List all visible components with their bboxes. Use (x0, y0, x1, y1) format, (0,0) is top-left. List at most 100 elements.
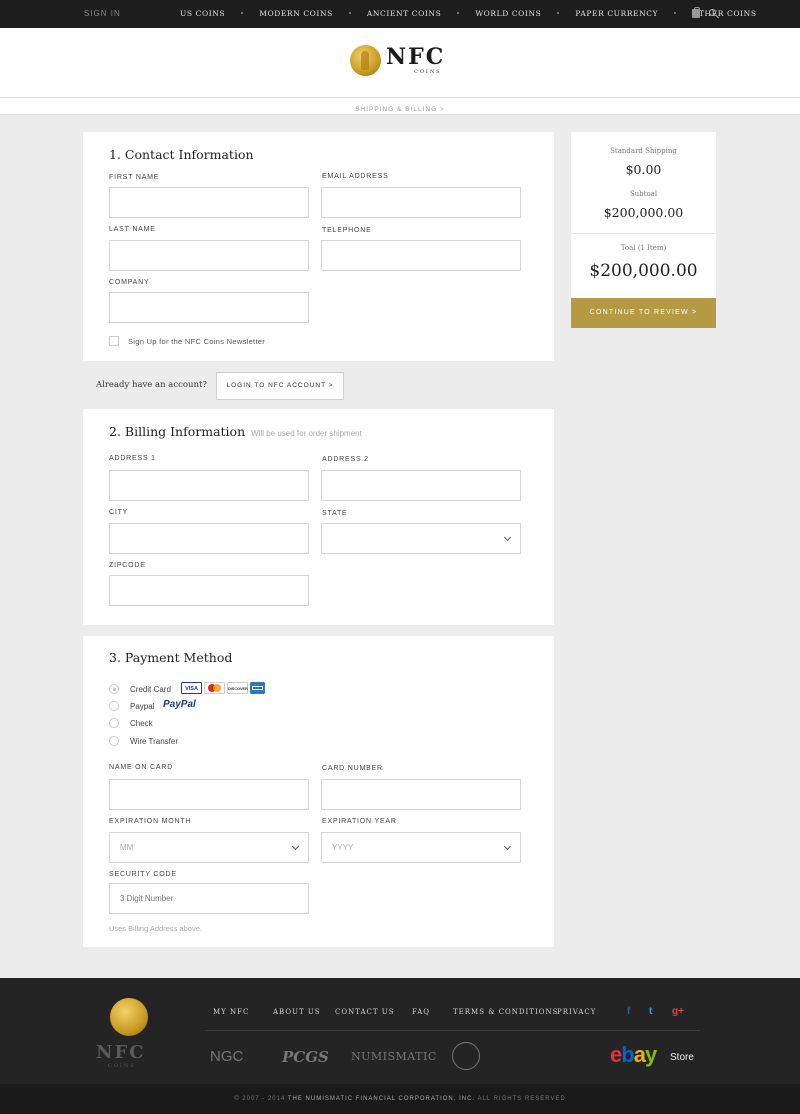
state-select[interactable] (321, 523, 521, 554)
first-name-field[interactable] (109, 187, 309, 218)
paypal-label: Paypal (130, 702, 155, 711)
footer-link-my-nfc[interactable]: MY NFC (213, 1008, 249, 1016)
footer-link-about-us[interactable]: ABOUT US (273, 1008, 321, 1016)
nav-world-coins[interactable]: WORLD COINS (475, 9, 541, 18)
telephone-label: TELEPHONE (322, 227, 372, 234)
footer-subtitle: COINS (108, 1063, 136, 1069)
total-value: $200,000.00 (589, 261, 698, 281)
ebay-store-label[interactable]: Store (670, 1052, 694, 1063)
payment-method-card: 3. Payment Method Credit Card VISA DISCO… (83, 636, 554, 947)
mastercard-icon (204, 682, 225, 694)
email-label: EMAIL ADDRESS (322, 173, 389, 180)
breadcrumb-bar: SHIPPING & BILLING > (0, 98, 800, 115)
logo-wordmark: NFC (386, 44, 446, 70)
subtotal-value: $200,000.00 (603, 205, 684, 220)
total-label: Toal (1 Item) (620, 244, 667, 252)
check-label: Check (130, 719, 153, 728)
coin-logo-icon (350, 45, 381, 76)
first-name-label: FIRST NAME (109, 174, 160, 181)
contact-information-card: 1. Contact Information FIRST NAME EMAIL … (83, 132, 554, 361)
google-plus-icon[interactable]: g+ (672, 1006, 684, 1017)
copyright-company: THE NUMISMATIC FINANCIAL CORPORATION, IN… (287, 1096, 476, 1102)
check-radio[interactable] (109, 718, 119, 728)
contact-title: 1. Contact Information (109, 147, 254, 162)
footer-link-contact-us[interactable]: CONTACT US (335, 1008, 395, 1016)
card-number-label: CARD NUMBER (322, 765, 383, 772)
billing-title-text: 2. Billing Information (109, 424, 246, 439)
breadcrumb[interactable]: SHIPPING & BILLING > (355, 106, 445, 113)
last-name-field[interactable] (109, 240, 309, 271)
pcgs-logo: PCGS (282, 1048, 329, 1066)
card-number-field[interactable] (321, 779, 521, 810)
shopping-bag-icon[interactable] (692, 7, 700, 18)
city-label: CITY (109, 509, 129, 516)
facebook-icon[interactable]: f (627, 1006, 630, 1017)
association-seal-icon (452, 1042, 480, 1070)
company-label: COMPANY (109, 279, 150, 286)
visa-icon: VISA (181, 682, 202, 694)
billing-title: 2. Billing Information Will be used for o… (109, 424, 362, 439)
nav-paper-currency[interactable]: PAPER CURRENCY (575, 9, 658, 18)
expiration-month-label: EXPIRATION MONTH (109, 818, 192, 825)
footer-link-privacy[interactable]: PRIVACY (557, 1008, 596, 1016)
nfc-logo[interactable]: NFC COINS (350, 43, 450, 79)
footer-link-terms[interactable]: TERMS & CONDITIONS (453, 1008, 558, 1016)
summary-divider (571, 233, 716, 234)
expiration-month-value: MM (120, 843, 134, 852)
nav-separator (557, 12, 560, 14)
security-code-field[interactable] (109, 883, 309, 914)
discover-icon: DISCOVER (227, 682, 248, 694)
logo-subtitle: COINS (414, 69, 442, 75)
billing-hint: Will be used for order shipment (251, 429, 362, 438)
billing-information-card: 2. Billing Information Will be used for o… (83, 409, 554, 625)
footer-link-faq[interactable]: FAQ (412, 1008, 430, 1016)
security-code-label: SECURITY CODE (109, 871, 177, 878)
address2-field[interactable] (321, 470, 521, 501)
numismatic-logo: NUMISMATIC (351, 1050, 437, 1063)
paypal-radio[interactable] (109, 701, 119, 711)
chevron-down-icon (291, 842, 300, 851)
shipping-label: Standard Shipping (610, 147, 677, 155)
nav-separator (241, 12, 244, 14)
wire-transfer-radio[interactable] (109, 736, 119, 746)
subtotal-label: Subtoal (629, 190, 658, 198)
amex-icon (250, 682, 265, 694)
zipcode-field[interactable] (109, 575, 309, 606)
sign-in-link[interactable]: SIGN IN (84, 9, 121, 18)
footer-wordmark[interactable]: NFC (96, 1042, 146, 1063)
nav-separator (348, 12, 351, 14)
address1-label: ADDRESS 1 (109, 455, 156, 462)
telephone-field[interactable] (321, 240, 521, 271)
nav-us-coins[interactable]: US COINS (180, 9, 225, 18)
state-label: STATE (322, 510, 348, 517)
login-button[interactable]: LOGIN TO NFC ACCOUNT > (216, 372, 344, 400)
top-nav: SIGN IN US COINS MODERN COINS ANCIENT COIN… (0, 0, 800, 28)
expiration-month-select[interactable]: MM (109, 832, 309, 863)
nav-other-coins[interactable]: OTHER COINS (692, 9, 756, 18)
newsletter-checkbox[interactable] (109, 336, 119, 346)
nav-ancient-coins[interactable]: ANCIENT COINS (367, 9, 441, 18)
copyright-years: © 2007 - 2014 (234, 1096, 286, 1102)
name-on-card-label: NAME ON CARD (109, 764, 174, 771)
company-field[interactable] (109, 292, 309, 323)
payment-title: 3. Payment Method (109, 650, 233, 665)
credit-card-radio[interactable] (109, 684, 119, 694)
name-on-card-field[interactable] (109, 779, 309, 810)
billing-address-note: Uses Billing Address above. (109, 924, 202, 933)
email-field[interactable] (321, 187, 521, 218)
address2-label: ADDRESS 2 (322, 456, 369, 463)
nav-separator (674, 12, 677, 14)
ebay-logo[interactable]: ebay (610, 1042, 657, 1068)
twitter-icon[interactable]: t (649, 1006, 652, 1017)
copyright-bar: © 2007 - 2014 THE NUMISMATIC FINANCIAL C… (0, 1084, 800, 1114)
city-field[interactable] (109, 523, 309, 554)
paypal-logo: PayPal (163, 699, 196, 710)
expiration-year-select[interactable]: YYYY (321, 832, 521, 863)
main-menu: US COINS MODERN COINS ANCIENT COINS WORLD C… (180, 9, 757, 18)
address1-field[interactable] (109, 470, 309, 501)
site-header: NFC COINS (0, 28, 800, 98)
search-icon[interactable] (709, 9, 716, 16)
continue-to-review-button[interactable]: CONTINUE TO REVIEW > (571, 298, 716, 328)
nav-modern-coins[interactable]: MODERN COINS (259, 9, 333, 18)
newsletter-label: Sign Up for the NFC Coins Newsletter (128, 337, 266, 346)
